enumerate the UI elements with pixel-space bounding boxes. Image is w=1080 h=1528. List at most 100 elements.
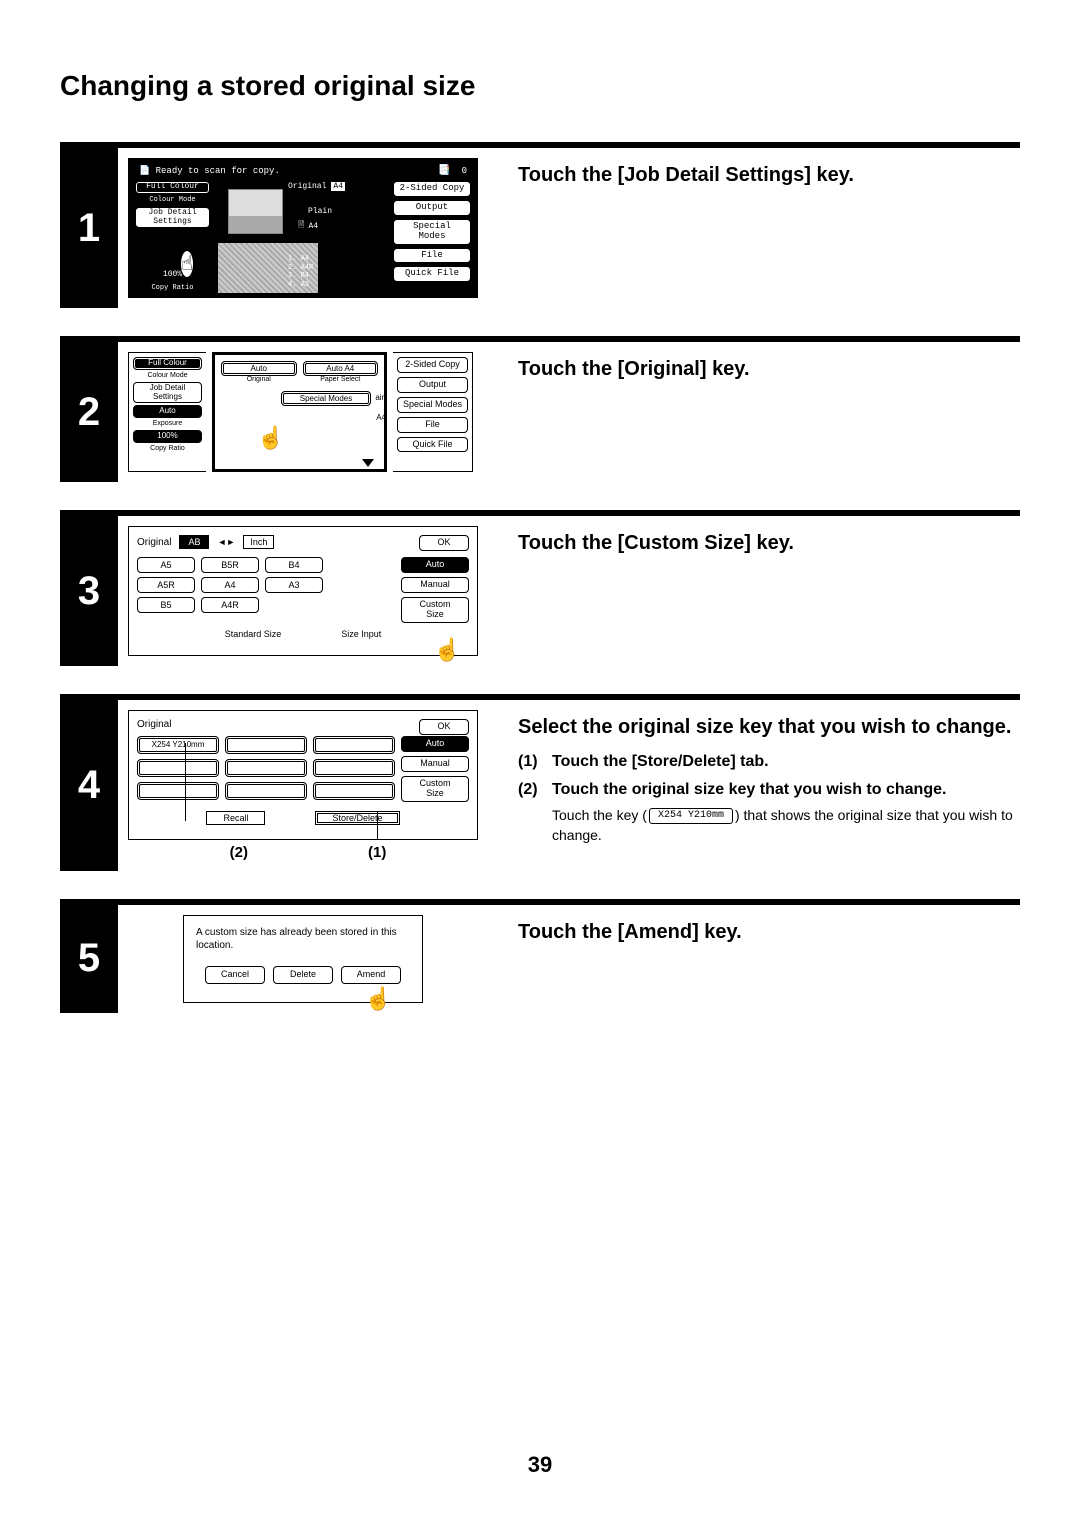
step-1-number: 1 <box>60 148 118 308</box>
step-2-screenshot: Full Colour Colour Mode Job Detail Setti… <box>128 352 478 472</box>
full-colour-button[interactable]: Full Colour <box>133 357 202 370</box>
empty-slot-button[interactable] <box>313 736 395 754</box>
size-a4-button[interactable]: A4 <box>201 577 259 593</box>
page-title: Changing a stored original size <box>60 70 1020 102</box>
cancel-button[interactable]: Cancel <box>205 966 265 984</box>
custom-size-button[interactable]: Custom Size <box>401 597 469 623</box>
original-auto-button[interactable]: Auto <box>221 361 297 376</box>
empty-slot-button[interactable] <box>225 736 307 754</box>
copy-ratio-button[interactable]: 100% <box>133 430 202 443</box>
empty-slot-button[interactable] <box>313 759 395 777</box>
empty-slot-button[interactable] <box>137 759 219 777</box>
ready-text: Ready to scan for copy. <box>156 166 280 176</box>
empty-slot-button[interactable] <box>313 782 395 800</box>
standard-size-tab[interactable]: Standard Size <box>225 629 282 639</box>
step-4-number: 4 <box>60 700 118 871</box>
amend-button[interactable]: Amend <box>341 966 401 984</box>
exposure-button[interactable] <box>135 230 210 244</box>
step-2: 2 Full Colour Colour Mode Job Detail Set… <box>60 336 1020 482</box>
exposure-auto-button[interactable]: Auto <box>133 405 202 418</box>
ok-button[interactable]: OK <box>419 719 469 735</box>
step-1-screenshot: Ready to scan for copy. 0 Full Colour Co… <box>128 158 478 298</box>
recall-tab[interactable]: Recall <box>206 811 265 825</box>
special-modes-button[interactable]: Special Modes <box>397 397 468 413</box>
copier-image <box>228 189 283 234</box>
ok-button[interactable]: OK <box>419 535 469 551</box>
manual-button[interactable]: Manual <box>401 577 469 593</box>
sub-1-text: Touch the [Store/Delete] tab. <box>552 750 1020 774</box>
quick-file-button[interactable]: Quick File <box>393 266 471 282</box>
step-1: 1 Ready to scan for copy. 0 Full Colour … <box>60 142 1020 308</box>
size-a5r-button[interactable]: A5R <box>137 577 195 593</box>
step-3: 3 Original AB ◄► Inch OK A5 <box>60 510 1020 666</box>
delete-button[interactable]: Delete <box>273 966 333 984</box>
counter-zero: 0 <box>462 166 467 176</box>
hand-pointer-icon: ☝ <box>181 251 193 277</box>
empty-slot-button[interactable] <box>225 782 307 800</box>
inch-tab[interactable]: Inch <box>243 535 274 549</box>
size-input-tab[interactable]: Size Input <box>341 629 381 639</box>
step-2-number: 2 <box>60 342 118 482</box>
quick-file-button[interactable]: Quick File <box>397 437 468 453</box>
custom-size-button[interactable]: Custom Size <box>401 776 469 802</box>
tray-3: 3. B4 <box>288 272 313 280</box>
ab-tab[interactable]: AB <box>179 535 209 549</box>
copy-ratio-label: Copy Ratio <box>133 445 202 452</box>
step-3-number: 3 <box>60 516 118 666</box>
step-1-desc: Touch the [Job Detail Settings] key. <box>518 162 1020 188</box>
annotation-2: (2) <box>230 844 248 861</box>
step-5-desc: Touch the [Amend] key. <box>518 919 1020 945</box>
empty-slot-button[interactable] <box>225 759 307 777</box>
two-sided-copy-button[interactable]: 2-Sided Copy <box>397 357 468 373</box>
tray-4: 4. A3 <box>288 281 313 289</box>
manual-button[interactable]: Manual <box>401 756 469 772</box>
tray-2: 2. A4R <box>288 264 313 272</box>
tray-1: 1. A4 <box>288 255 313 263</box>
job-detail-settings-button[interactable]: Job Detail Settings <box>135 207 210 229</box>
paper-select-button[interactable]: Auto A4 <box>303 361 379 376</box>
arrows-icon: ◄► <box>217 537 235 547</box>
colour-mode-label: Colour Mode <box>133 372 202 379</box>
size-b5r-button[interactable]: B5R <box>201 557 259 573</box>
step-3-desc: Touch the [Custom Size] key. <box>518 530 1020 556</box>
empty-slot-button[interactable] <box>137 782 219 800</box>
auto-button[interactable]: Auto <box>401 736 469 752</box>
two-sided-copy-button[interactable]: 2-Sided Copy <box>393 181 471 197</box>
paper-select-label: Paper Select <box>303 376 379 383</box>
job-detail-settings-button[interactable]: Job Detail Settings <box>133 382 202 404</box>
exposure-label: Exposure <box>133 420 202 427</box>
key-chip: X254 Y210mm <box>649 808 733 824</box>
step-5: 5 A custom size has already been stored … <box>60 899 1020 1013</box>
copy-ratio-label: Copy Ratio <box>135 284 210 292</box>
step-2-desc: Touch the [Original] key. <box>518 356 1020 382</box>
size-a4r-button[interactable]: A4R <box>201 597 259 613</box>
hand-pointer-icon: ☝ <box>257 425 284 451</box>
callout-line-icon <box>185 743 186 821</box>
copy-ratio-button[interactable]: 100% <box>135 269 210 282</box>
annotation-1: (1) <box>368 844 386 861</box>
output-button[interactable]: Output <box>393 200 471 216</box>
sub-1-number: (1) <box>518 750 552 774</box>
step-4: 4 Original OK X254 Y210mm <box>60 694 1020 871</box>
file-button[interactable]: File <box>393 248 471 264</box>
output-button[interactable]: Output <box>397 377 468 393</box>
size-b4-button[interactable]: B4 <box>265 557 323 573</box>
ain-label: ain <box>375 393 386 402</box>
hand-pointer-icon: ☝ <box>365 986 392 1012</box>
tray-a4-label: A4 <box>308 222 318 231</box>
full-colour-button[interactable]: Full Colour <box>135 181 210 194</box>
colour-mode-label: Colour Mode <box>135 196 210 204</box>
special-modes-button[interactable]: Special Modes <box>393 219 471 245</box>
size-b5-button[interactable]: B5 <box>137 597 195 613</box>
file-button[interactable]: File <box>397 417 468 433</box>
auto-button[interactable]: Auto <box>401 557 469 573</box>
doc-icon <box>139 166 150 176</box>
original-size-box: A4 <box>330 181 346 192</box>
a4-label: A4 <box>376 413 386 422</box>
store-delete-tab[interactable]: Store/Delete <box>315 811 399 825</box>
special-modes-button[interactable]: Special Modes <box>281 391 371 406</box>
stored-size-button[interactable]: X254 Y210mm <box>137 736 219 754</box>
size-a3-button[interactable]: A3 <box>265 577 323 593</box>
size-a5-button[interactable]: A5 <box>137 557 195 573</box>
original-label: Original <box>288 182 326 191</box>
